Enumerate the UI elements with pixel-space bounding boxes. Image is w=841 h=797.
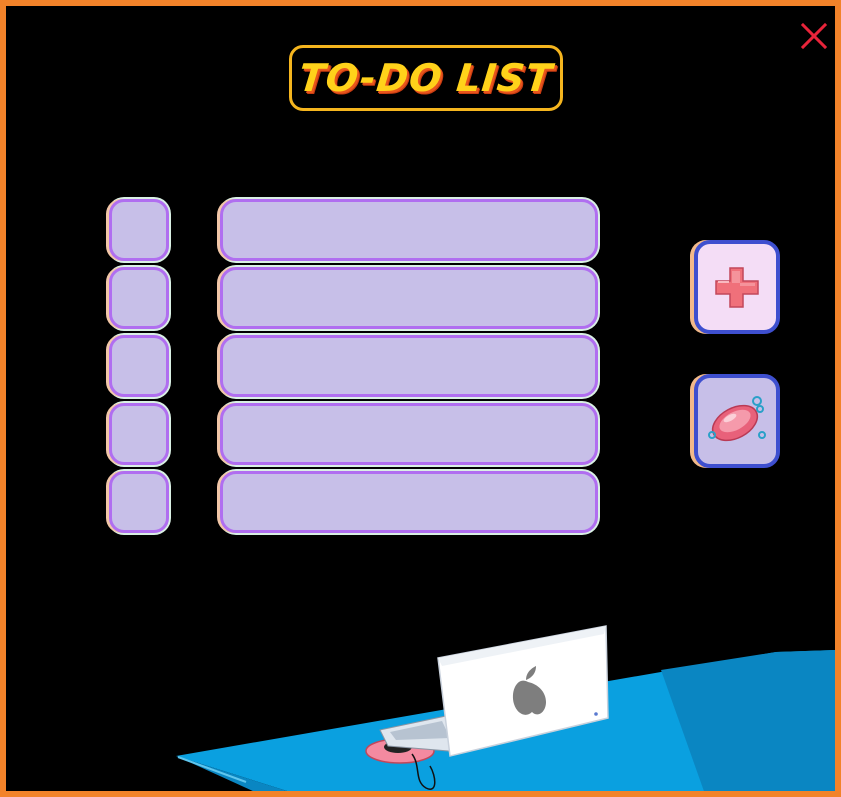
task-row — [109, 199, 609, 261]
task-row — [109, 335, 609, 397]
task-row — [109, 403, 609, 465]
task-input[interactable] — [220, 335, 598, 397]
task-checkbox[interactable] — [109, 267, 169, 329]
task-input[interactable] — [220, 199, 598, 261]
clear-tasks-button[interactable] — [694, 374, 780, 468]
task-checkbox[interactable] — [109, 403, 169, 465]
task-row — [109, 471, 609, 533]
plus-icon — [715, 267, 759, 308]
task-checkbox[interactable] — [109, 471, 169, 533]
task-input[interactable] — [220, 267, 598, 329]
add-task-button[interactable] — [694, 240, 780, 334]
desk-scene-illustration — [176, 625, 835, 791]
task-checkbox[interactable] — [109, 335, 169, 397]
task-input[interactable] — [220, 471, 598, 533]
task-input[interactable] — [220, 403, 598, 465]
close-icon — [800, 22, 828, 50]
close-button[interactable] — [798, 20, 830, 52]
title-banner: TO-DO LIST — [289, 45, 563, 111]
soap-icon — [708, 396, 766, 442]
page-title: TO-DO LIST — [296, 56, 556, 100]
todo-window: TO-DO LIST — [0, 0, 841, 797]
task-checkbox[interactable] — [109, 199, 169, 261]
task-row — [109, 267, 609, 329]
